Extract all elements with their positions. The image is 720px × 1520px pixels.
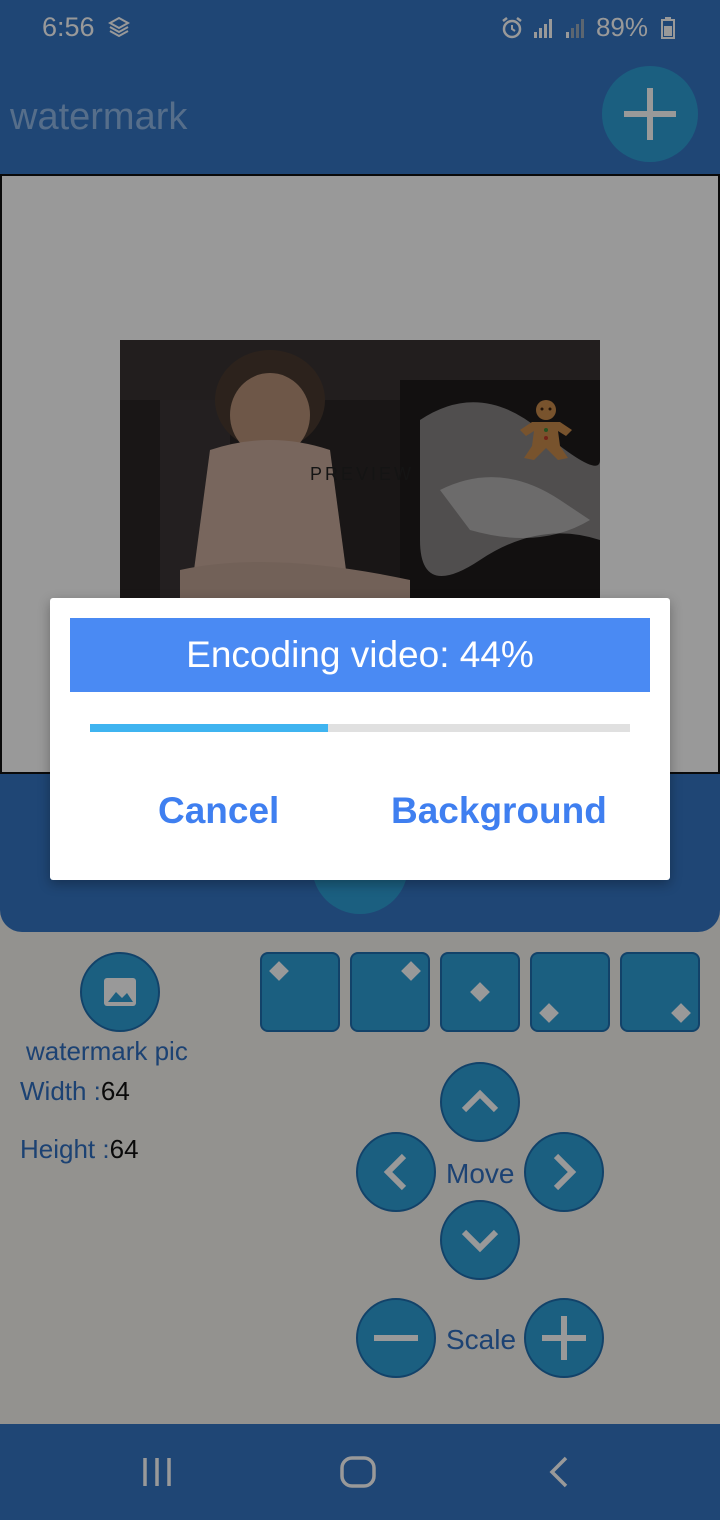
encoding-dialog: Encoding video: 44% Cancel Background — [50, 598, 670, 880]
encoding-progress-bar — [90, 724, 630, 732]
progress-fill — [90, 724, 328, 732]
dialog-title: Encoding video: 44% — [70, 618, 650, 692]
cancel-button[interactable]: Cancel — [158, 790, 279, 832]
background-button[interactable]: Background — [391, 790, 607, 832]
